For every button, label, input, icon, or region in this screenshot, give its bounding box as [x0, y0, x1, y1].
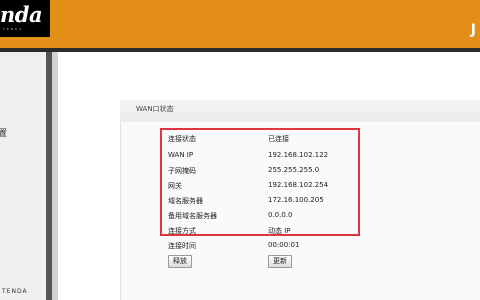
renew-button[interactable]: 更新: [268, 255, 292, 268]
sidebar-item-label[interactable]: 置: [0, 126, 7, 139]
panel-header: [120, 100, 480, 122]
brand-logo-subtext: TENDA: [3, 27, 24, 31]
connection-time-label: 连接时间: [168, 242, 196, 250]
panel-title: WAN口状态: [136, 105, 174, 113]
highlight-box: [160, 128, 360, 236]
release-button[interactable]: 释放: [168, 255, 192, 268]
connection-time-value: 00:00:01: [268, 241, 300, 249]
header-corner-icon: J: [470, 22, 476, 38]
sidebar-menu: [0, 52, 46, 300]
top-header: nda TENDA J: [0, 0, 480, 52]
brand-logo-text: nda: [0, 2, 43, 27]
sidebar-footer: TENDA: [2, 288, 28, 295]
brand-logo: nda TENDA: [0, 0, 50, 37]
